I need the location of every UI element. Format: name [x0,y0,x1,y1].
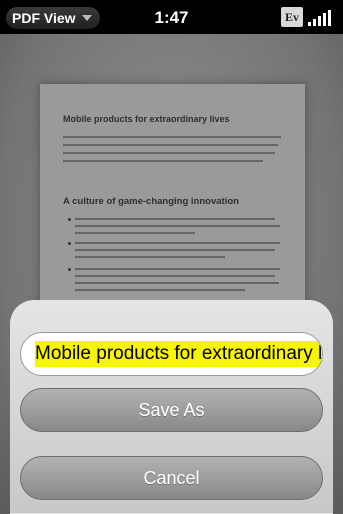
text-line [75,282,279,284]
save-as-dialog: Mobile products for extraordinary lives … [10,300,333,514]
text-line [63,160,263,162]
text-line [75,268,280,270]
text-line [63,136,281,138]
document-title: Mobile products for extraordinary lives [63,114,230,124]
text-line [63,144,278,146]
text-line [75,242,280,244]
save-as-button[interactable]: Save As [20,388,323,432]
bullet [68,218,71,221]
text-line [75,289,245,291]
text-line [75,225,280,227]
text-line [75,275,275,277]
text-line [75,218,275,220]
document-section-heading: A culture of game-changing innovation [63,196,239,207]
filename-field[interactable]: Mobile products for extraordinary lives [20,332,323,376]
status-bar: PDF View 1:47 Ev [0,0,343,34]
bullet [68,268,71,271]
text-line [75,249,275,251]
text-line [75,256,225,258]
bullet [68,242,71,245]
text-line [63,152,275,154]
filename-value: Mobile products for extraordinary lives [35,341,322,367]
text-line [75,232,195,234]
signal-strength-icon [308,8,332,26]
ev-icon[interactable]: Ev [281,7,303,27]
cancel-button[interactable]: Cancel [20,456,323,500]
